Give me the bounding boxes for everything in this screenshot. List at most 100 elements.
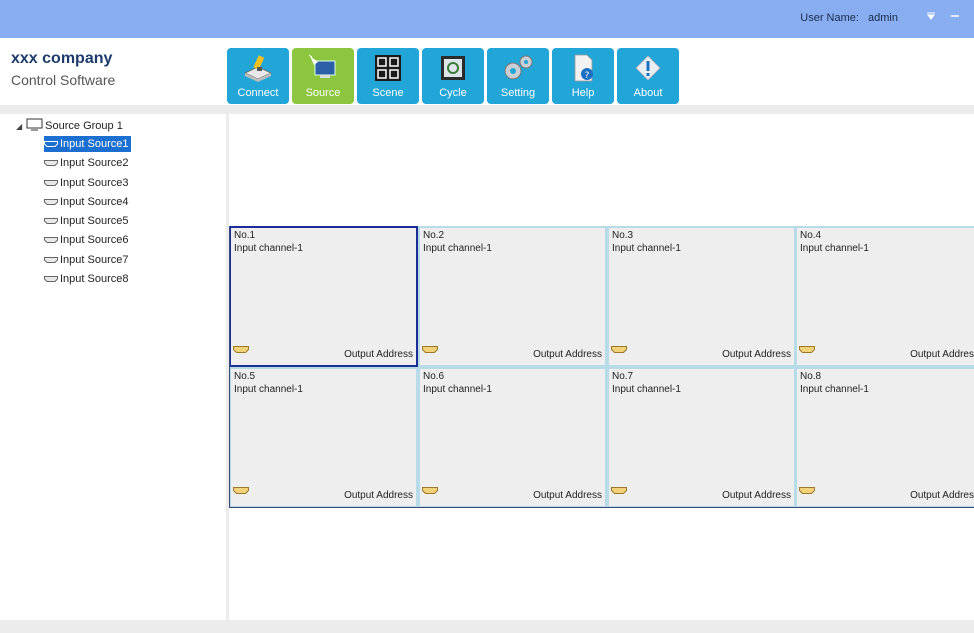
output-cell-5[interactable]: No.5 Input channel-1 Output Address bbox=[229, 367, 418, 508]
hdmi-icon bbox=[44, 234, 58, 246]
tree-item-label: Input Source6 bbox=[60, 234, 129, 246]
minimize-icon[interactable] bbox=[950, 9, 960, 23]
svg-text:?: ? bbox=[585, 71, 590, 81]
tree-item-input-source-4[interactable]: Input Source4 bbox=[44, 194, 131, 210]
scene-icon bbox=[357, 52, 419, 84]
user-name-value: admin bbox=[868, 12, 898, 24]
about-label: About bbox=[633, 87, 663, 99]
output-cell-2[interactable]: No.2 Input channel-1 Output Address bbox=[418, 226, 607, 367]
setting-button[interactable]: Setting bbox=[487, 48, 549, 104]
hdmi-icon bbox=[799, 481, 815, 499]
tree-item-input-source-6[interactable]: Input Source6 bbox=[44, 232, 131, 248]
hdmi-icon bbox=[44, 157, 58, 169]
source-icon bbox=[292, 52, 354, 84]
cycle-button[interactable]: Cycle bbox=[422, 48, 484, 104]
title-bar: User Name: admin bbox=[0, 0, 974, 38]
about-button[interactable]: About bbox=[617, 48, 679, 104]
tree-item-input-source-2[interactable]: Input Source2 bbox=[44, 155, 131, 171]
connect-label: Connect bbox=[237, 87, 279, 99]
source-button[interactable]: Source bbox=[292, 48, 354, 104]
output-cell-4[interactable]: No.4 Input channel-1 Output Address bbox=[795, 226, 974, 367]
output-cell-1[interactable]: No.1 Input channel-1 Output Address bbox=[229, 226, 418, 367]
hdmi-icon bbox=[44, 196, 58, 208]
output-address: Output Address bbox=[722, 490, 791, 501]
grid-left-border bbox=[229, 226, 230, 508]
hdmi-icon bbox=[611, 340, 627, 358]
output-address: Output Address bbox=[910, 490, 974, 501]
output-number: No.8 bbox=[800, 371, 822, 382]
hdmi-icon bbox=[422, 481, 438, 499]
brand-subtitle: Control Software bbox=[11, 72, 116, 88]
output-cell-7[interactable]: No.7 Input channel-1 Output Address bbox=[607, 367, 796, 508]
user-info: User Name: admin bbox=[800, 12, 904, 24]
cycle-label: Cycle bbox=[439, 87, 467, 99]
tree-item-input-source-7[interactable]: Input Source7 bbox=[44, 252, 131, 268]
output-cell-8[interactable]: No.8 Input channel-1 Output Address bbox=[795, 367, 974, 508]
output-channel: Input channel-1 bbox=[423, 384, 492, 395]
tree-item-input-source-8[interactable]: Input Source8 bbox=[44, 271, 131, 287]
output-channel: Input channel-1 bbox=[423, 243, 492, 254]
cycle-icon bbox=[422, 52, 484, 84]
hdmi-icon bbox=[44, 138, 58, 150]
output-number: No.3 bbox=[612, 230, 634, 241]
output-address: Output Address bbox=[722, 349, 791, 360]
output-channel: Input channel-1 bbox=[800, 243, 869, 254]
output-channel: Input channel-1 bbox=[612, 384, 681, 395]
tree-group-label: Source Group 1 bbox=[45, 120, 123, 132]
output-number: No.5 bbox=[234, 371, 256, 382]
output-address: Output Address bbox=[533, 349, 602, 360]
hdmi-icon bbox=[233, 481, 249, 499]
hdmi-icon bbox=[799, 340, 815, 358]
hdmi-icon bbox=[44, 177, 58, 189]
output-channel: Input channel-1 bbox=[234, 243, 303, 254]
hdmi-icon bbox=[422, 340, 438, 358]
setting-label: Setting bbox=[500, 87, 536, 99]
connect-button[interactable]: Connect bbox=[227, 48, 289, 104]
dropdown-icon[interactable] bbox=[926, 9, 936, 23]
tree-item-input-source-3[interactable]: Input Source3 bbox=[44, 175, 131, 191]
tree-item-input-source-1[interactable]: Input Source1 bbox=[44, 136, 131, 152]
hdmi-icon bbox=[44, 254, 58, 266]
output-number: No.1 bbox=[234, 230, 256, 241]
connect-icon bbox=[227, 52, 289, 84]
hdmi-icon bbox=[233, 340, 249, 358]
source-label: Source bbox=[305, 87, 341, 99]
output-grid: No.1 Input channel-1 Output Address No.2… bbox=[229, 226, 974, 508]
hdmi-icon bbox=[44, 273, 58, 285]
output-channel: Input channel-1 bbox=[612, 243, 681, 254]
output-number: No.4 bbox=[800, 230, 822, 241]
output-channel: Input channel-1 bbox=[800, 384, 869, 395]
tree-item-label: Input Source8 bbox=[60, 273, 129, 285]
output-number: No.2 bbox=[423, 230, 445, 241]
hdmi-icon bbox=[611, 481, 627, 499]
output-cell-3[interactable]: No.3 Input channel-1 Output Address bbox=[607, 226, 796, 367]
app-window: User Name: admin xxx company Control Sof… bbox=[0, 0, 974, 633]
expand-arrow-icon[interactable]: ◢ bbox=[16, 122, 22, 131]
output-cell-6[interactable]: No.6 Input channel-1 Output Address bbox=[418, 367, 607, 508]
info-icon bbox=[617, 52, 679, 84]
help-icon: ? bbox=[552, 52, 614, 84]
brand-title: xxx company bbox=[11, 50, 113, 67]
output-address: Output Address bbox=[910, 349, 974, 360]
status-bar bbox=[0, 620, 974, 633]
output-number: No.6 bbox=[423, 371, 445, 382]
output-channel: Input channel-1 bbox=[234, 384, 303, 395]
hdmi-icon bbox=[44, 215, 58, 227]
main-toolbar: Connect Source Scene Cycle Setting ? Hel… bbox=[227, 48, 682, 104]
header-divider bbox=[0, 105, 974, 114]
help-button[interactable]: ? Help bbox=[552, 48, 614, 104]
tree-item-input-source-5[interactable]: Input Source5 bbox=[44, 213, 131, 229]
source-tree: ◢ Source Group 1 Input Source1 Input Sou… bbox=[10, 114, 226, 620]
tree-item-label: Input Source3 bbox=[60, 177, 129, 189]
scene-button[interactable]: Scene bbox=[357, 48, 419, 104]
gear-icon bbox=[487, 52, 549, 84]
help-label: Help bbox=[571, 87, 595, 99]
output-address: Output Address bbox=[344, 490, 413, 501]
output-address: Output Address bbox=[533, 490, 602, 501]
output-number: No.7 bbox=[612, 371, 634, 382]
grid-bottom-border bbox=[229, 507, 974, 508]
tree-group-source-group-1[interactable]: ◢ Source Group 1 bbox=[16, 118, 123, 134]
tree-item-label: Input Source2 bbox=[60, 157, 129, 169]
tree-item-label: Input Source1 bbox=[60, 138, 129, 150]
scene-label: Scene bbox=[372, 87, 404, 99]
